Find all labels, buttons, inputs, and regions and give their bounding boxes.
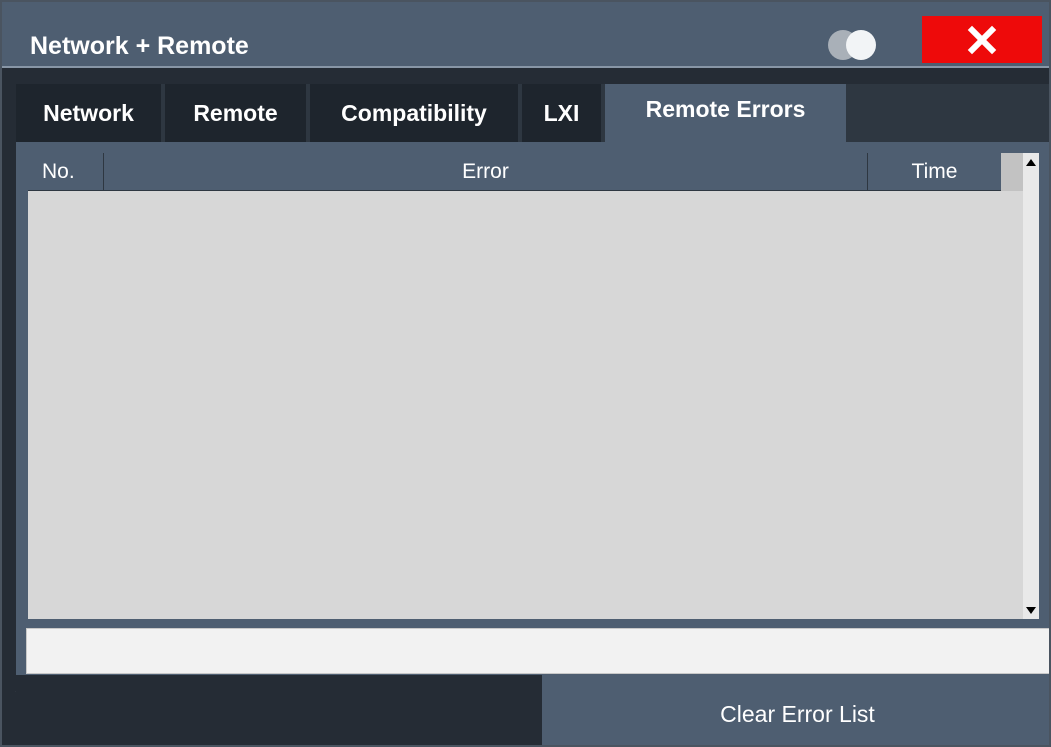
remote-errors-panel: No. Error Time (16, 142, 1049, 745)
column-header-no[interactable]: No. (28, 153, 104, 191)
error-table: No. Error Time (28, 153, 1039, 619)
dialog-title: Network + Remote (30, 32, 249, 60)
scroll-up-arrow-icon[interactable] (1023, 153, 1039, 171)
tab-label: Compatibility (341, 99, 487, 126)
header-filler (1001, 153, 1023, 191)
toggle-icon[interactable] (828, 30, 880, 60)
clear-error-list-label: Clear Error List (720, 701, 875, 727)
tab-network[interactable]: Network (16, 84, 161, 142)
tab-compatibility[interactable]: Compatibility (310, 84, 518, 142)
tab-label: Remote Errors (645, 96, 806, 122)
title-bar: Network + Remote (2, 2, 1049, 68)
bottom-empty-area (16, 675, 542, 745)
column-header-time[interactable]: Time (868, 153, 1001, 191)
tab-remote[interactable]: Remote (165, 84, 306, 142)
column-header-error[interactable]: Error (104, 153, 868, 191)
scroll-down-arrow-icon[interactable] (1023, 601, 1039, 619)
tab-label: Remote (193, 99, 278, 126)
toggle-right-circle (846, 30, 876, 60)
close-icon (967, 25, 997, 54)
network-remote-dialog: Network + Remote Network Remote Compatib… (0, 0, 1051, 747)
clear-error-list-button[interactable]: Clear Error List (542, 680, 1049, 745)
tab-bar: Network Remote Compatibility LXI Remote … (16, 84, 1049, 142)
error-detail-field[interactable] (26, 628, 1049, 674)
tab-label: LXI (543, 99, 580, 126)
tab-lxi[interactable]: LXI (522, 84, 601, 142)
tab-label: Network (43, 99, 134, 126)
close-button[interactable] (922, 16, 1042, 63)
table-header: No. Error Time (28, 153, 1001, 191)
table-scrollbar[interactable] (1023, 153, 1039, 619)
tab-remote-errors[interactable]: Remote Errors (605, 84, 846, 142)
